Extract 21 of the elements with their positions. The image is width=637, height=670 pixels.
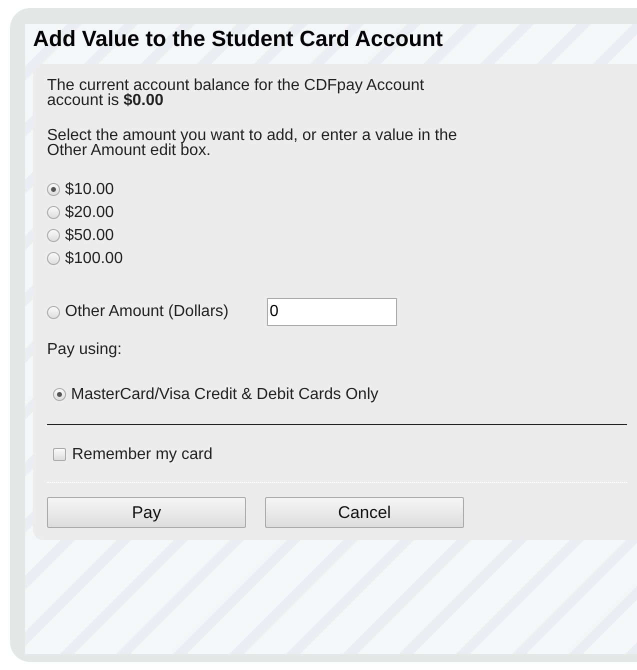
amount-radio[interactable] (47, 206, 60, 219)
payment-method-radio[interactable] (53, 388, 66, 401)
page-title: Add Value to the Student Card Account (33, 26, 444, 52)
instructions-text: Select the amount you want to add, or enter a value in the Other Amount edit box. (47, 128, 458, 158)
amount-label: $20.00 (65, 204, 114, 222)
amount-radio[interactable] (47, 252, 60, 265)
payment-method-label: MasterCard/Visa Credit & Debit Cards Only (71, 386, 378, 404)
amount-label: $10.00 (65, 180, 114, 198)
amount-radio[interactable] (47, 229, 60, 242)
other-amount-radio[interactable] (47, 306, 60, 318)
balance-text: The current account balance for the CDFpay Account account is $0.00 (47, 78, 426, 108)
amount-label: $50.00 (65, 226, 114, 244)
other-amount-field[interactable]: 0 (266, 298, 397, 326)
amount-radio[interactable] (47, 183, 60, 196)
cancel-button[interactable]: Cancel (265, 497, 464, 528)
other-amount-label: Other Amount (Dollars) (65, 303, 229, 321)
remember-label: Remember my card (72, 446, 212, 464)
remember-checkbox[interactable] (53, 448, 66, 461)
amount-label: $100.00 (65, 250, 123, 268)
pay-button[interactable]: Pay (47, 497, 246, 528)
pay-using-label: Pay using: (47, 341, 123, 359)
